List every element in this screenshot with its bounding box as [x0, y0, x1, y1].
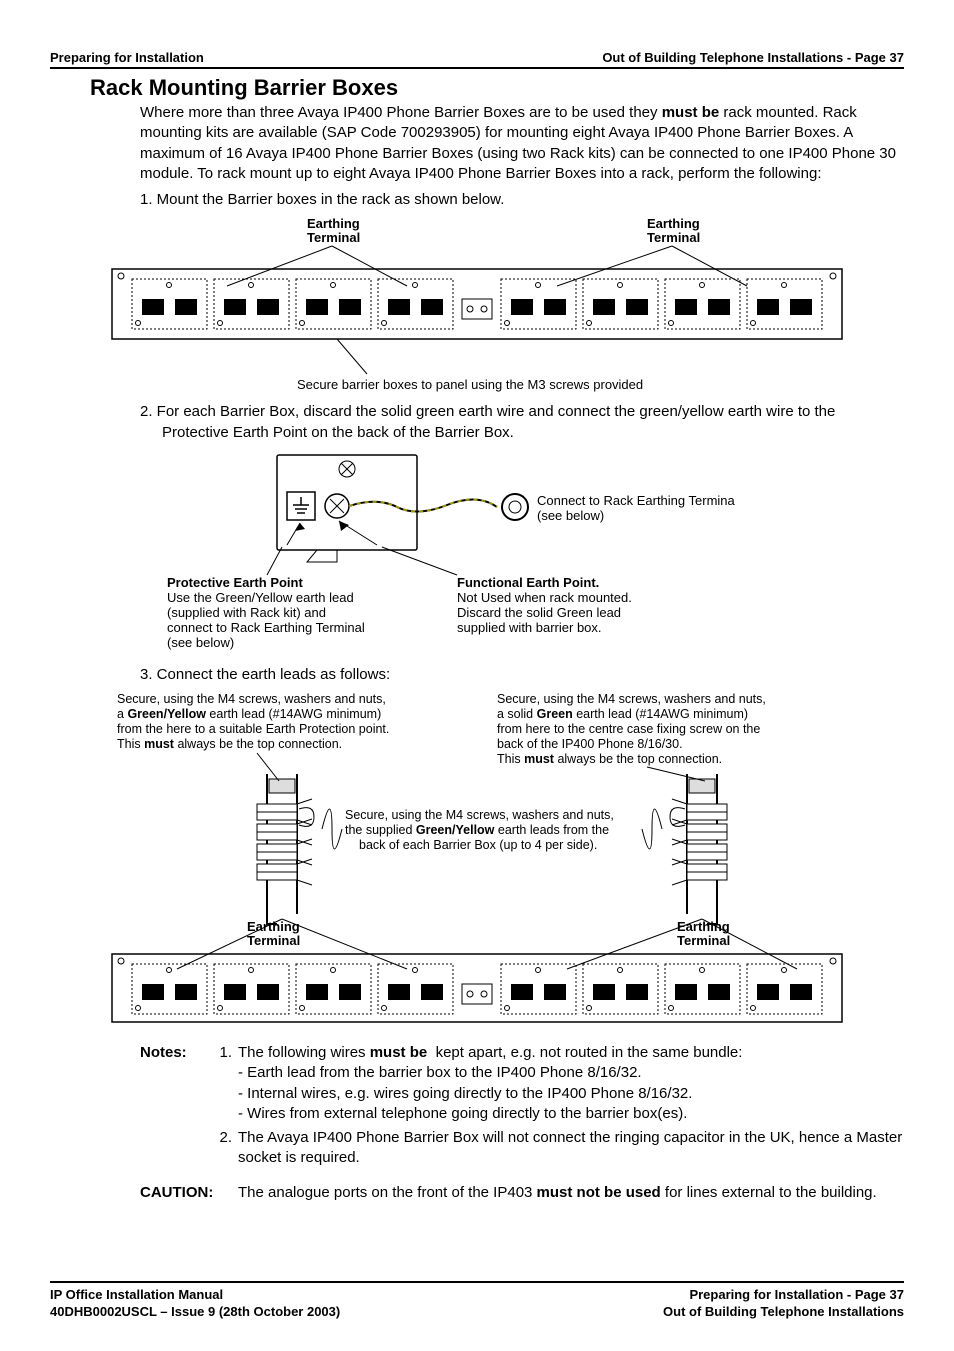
fig3-right-l1: Secure, using the M4 screws, washers and…: [497, 692, 766, 706]
notes-1-body: The following wires must be kept apart, …: [238, 1043, 904, 1063]
notes-1b: - Internal wires, e.g. wires going direc…: [238, 1084, 904, 1104]
fig2-prot-l4: (see below): [167, 635, 234, 650]
fig2-prot-l2: (supplied with Rack kit) and: [167, 605, 326, 620]
notes-1a: - Earth lead from the barrier box to the…: [238, 1063, 904, 1083]
fig3-earth-right-1: Earthing: [677, 919, 730, 934]
footer-left-1: IP Office Installation Manual: [50, 1287, 340, 1304]
figure-barrier-box-back: Connect to Rack Earthing Termina (see be…: [50, 447, 904, 657]
fig3-mid-l3: back of each Barrier Box (up to 4 per si…: [359, 838, 597, 852]
fig3-mid-l2: the supplied Green/Yellow earth leads fr…: [345, 823, 609, 837]
fig2-func-l2: Discard the solid Green lead: [457, 605, 621, 620]
figure-rack-panel: Earthing Terminal Earthing Terminal: [50, 214, 904, 394]
fig3-mid-l1: Secure, using the M4 screws, washers and…: [345, 808, 614, 822]
fig3-left-l3: from the here to a suitable Earth Protec…: [117, 722, 389, 736]
notes-label: Notes:: [140, 1043, 210, 1063]
fig3-right-l5: This must always be the top connection.: [497, 752, 722, 766]
footer-right-2: Out of Building Telephone Installations: [663, 1304, 904, 1321]
fig1-earthing-right-2: Terminal: [647, 230, 700, 245]
fig2-prot-l1: Use the Green/Yellow earth lead: [167, 590, 354, 605]
notes-1c: - Wires from external telephone going di…: [238, 1104, 904, 1124]
fig2-func-title: Functional Earth Point.: [457, 575, 599, 590]
caution-block: CAUTION: The analogue ports on the front…: [140, 1183, 904, 1203]
fig1-earthing-left-2: Terminal: [307, 230, 360, 245]
section-title: Rack Mounting Barrier Boxes: [90, 75, 904, 101]
fig3-left-l2: a Green/Yellow earth lead (#14AWG minimu…: [117, 707, 381, 721]
fig1-caption: Secure barrier boxes to panel using the …: [297, 377, 643, 392]
step-2: 2. For each Barrier Box, discard the sol…: [140, 402, 904, 443]
page-header: Preparing for Installation Out of Buildi…: [50, 50, 904, 69]
notes-block: Notes: 1. The following wires must be ke…: [140, 1043, 904, 1169]
fig3-earth-left-2: Terminal: [247, 933, 300, 948]
figure-earth-leads: Secure, using the M4 screws, washers and…: [50, 689, 904, 1029]
fig2-prot-l3: connect to Rack Earthing Terminal: [167, 620, 365, 635]
notes-num-1: 1.: [210, 1043, 238, 1063]
caution-body: The analogue ports on the front of the I…: [238, 1183, 877, 1203]
fig3-right-l4: back of the IP400 Phone 8/16/30.: [497, 737, 683, 751]
footer-right-1: Preparing for Installation - Page 37: [663, 1287, 904, 1304]
header-left: Preparing for Installation: [50, 50, 204, 65]
notes-2-body: The Avaya IP400 Phone Barrier Box will n…: [238, 1128, 904, 1169]
fig2-prot-title: Protective Earth Point: [167, 575, 303, 590]
intro-paragraph: Where more than three Avaya IP400 Phone …: [140, 103, 904, 184]
header-right: Out of Building Telephone Installations …: [602, 50, 904, 65]
step-3: 3. Connect the earth leads as follows:: [140, 665, 904, 685]
fig3-left-l1: Secure, using the M4 screws, washers and…: [117, 692, 386, 706]
fig3-left-l4: This must always be the top connection.: [117, 737, 342, 751]
footer-left-2: 40DHB0002USCL – Issue 9 (28th October 20…: [50, 1304, 340, 1321]
step-1: 1. Mount the Barrier boxes in the rack a…: [140, 190, 904, 210]
fig2-func-l1: Not Used when rack mounted.: [457, 590, 632, 605]
fig1-earthing-left-1: Earthing: [307, 216, 360, 231]
fig2-func-l3: supplied with barrier box.: [457, 620, 602, 635]
fig1-earthing-right-1: Earthing: [647, 216, 700, 231]
fig3-earth-right-2: Terminal: [677, 933, 730, 948]
fig2-connect-1: Connect to Rack Earthing Termina: [537, 493, 736, 508]
caution-label: CAUTION:: [140, 1183, 238, 1203]
notes-num-2: 2.: [210, 1128, 238, 1169]
fig3-right-l3: from here to the centre case fixing scre…: [497, 722, 760, 736]
fig2-connect-2: (see below): [537, 508, 604, 523]
fig3-right-l2: a solid Green earth lead (#14AWG minimum…: [497, 707, 748, 721]
page-footer: IP Office Installation Manual 40DHB0002U…: [50, 1281, 904, 1321]
